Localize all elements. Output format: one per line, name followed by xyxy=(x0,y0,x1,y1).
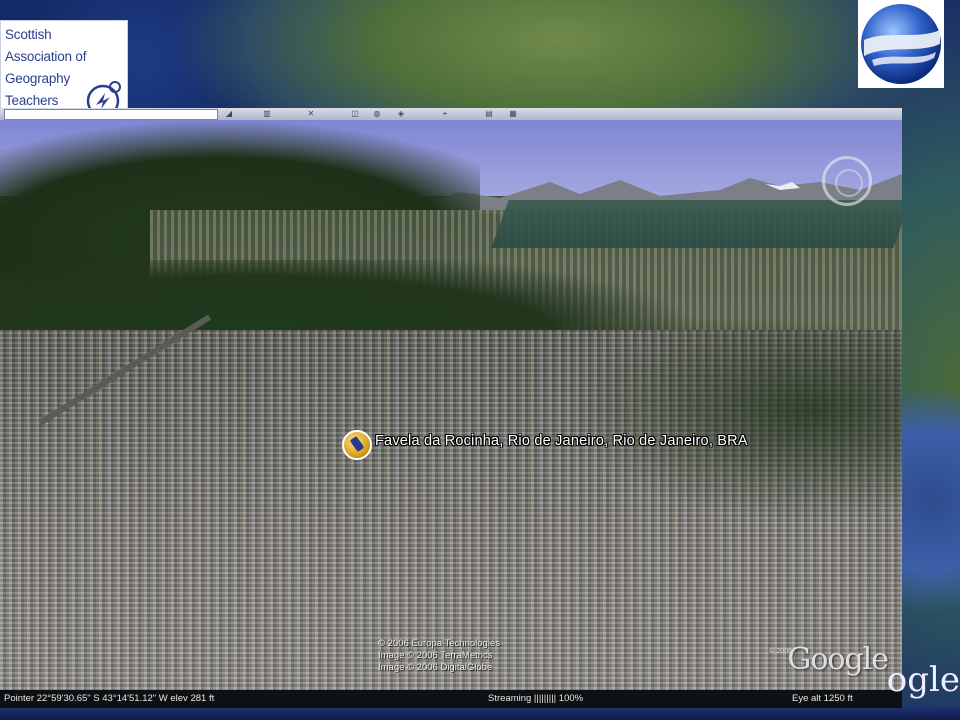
streaming-status: Streaming ||||||||| 100% xyxy=(488,693,584,704)
placemark-label[interactable]: Favela da Rocinha, Rio de Janeiro, Rio d… xyxy=(375,433,748,449)
imagery-credits: © 2006 Europa Technologies Image © 2006 … xyxy=(378,638,500,674)
toolbar-button-1[interactable]: ◢ xyxy=(224,109,234,118)
credit-line: Image © 2006 DigitalGlobe xyxy=(378,662,493,673)
toolbar-button-6[interactable]: ◈ xyxy=(396,109,406,118)
status-bar: Pointer 22°59'30.65" S 43°14'51.12" W el… xyxy=(0,690,902,708)
saogt-logo: Scottish Association of Geography Teache… xyxy=(0,20,128,118)
toolbar-button-3[interactable]: ✕ xyxy=(306,109,316,118)
pushpin-icon[interactable] xyxy=(342,430,372,460)
3d-viewport[interactable]: Favela da Rocinha, Rio de Janeiro, Rio d… xyxy=(0,120,902,694)
google-watermark-outside: ogle xyxy=(886,660,960,700)
toolbar: ◢ ▥ ✕ ◫ ◍ ◈ ⌖ ▤ ▦ xyxy=(0,108,902,120)
google-earth-window: ◢ ▥ ✕ ◫ ◍ ◈ ⌖ ▤ ▦ Favela da Rocinha, Rio… xyxy=(0,108,902,708)
lagoon xyxy=(491,200,902,248)
placemark[interactable]: Favela da Rocinha, Rio de Janeiro, Rio d… xyxy=(342,430,748,460)
slide-bottom-band xyxy=(0,706,960,720)
search-input[interactable] xyxy=(4,109,218,120)
toolbar-button-8[interactable]: ▤ xyxy=(484,109,494,118)
saogt-line-1: Scottish xyxy=(5,27,52,42)
toolbar-button-5[interactable]: ◍ xyxy=(372,109,382,118)
google-earth-logo-icon xyxy=(861,4,941,84)
google-watermark: Google xyxy=(787,642,889,677)
credit-line: Image © 2006 TerraMetrics xyxy=(378,650,493,661)
toolbar-button-9[interactable]: ▦ xyxy=(508,109,518,118)
navigation-compass-icon[interactable] xyxy=(822,156,872,206)
pointer-coordinates: Pointer 22°59'30.65" S 43°14'51.12" W el… xyxy=(4,693,215,704)
toolbar-button-2[interactable]: ▥ xyxy=(262,109,272,118)
google-earth-logo xyxy=(858,0,944,88)
credit-line: © 2006 Europa Technologies xyxy=(378,638,500,649)
toolbar-button-4[interactable]: ◫ xyxy=(350,109,360,118)
saogt-line-2: Association of xyxy=(5,49,87,64)
toolbar-button-7[interactable]: ⌖ xyxy=(440,109,450,118)
eye-altitude: Eye alt 1250 ft xyxy=(792,693,853,704)
